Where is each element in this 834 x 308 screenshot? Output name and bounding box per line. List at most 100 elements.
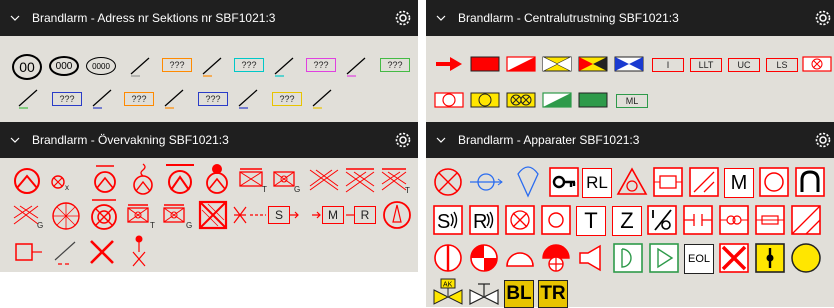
m-box-symbol[interactable]: M xyxy=(724,168,754,198)
circle-cross-symbol[interactable] xyxy=(432,166,464,198)
z-box-symbol[interactable]: Z xyxy=(612,206,642,236)
red-arrow-icon[interactable] xyxy=(434,56,464,72)
sprinkler-cross-symbol[interactable] xyxy=(50,200,82,232)
linear-t-symbol[interactable]: T xyxy=(126,202,158,230)
section-slash-symbol[interactable] xyxy=(90,86,114,110)
central-label-box[interactable]: ML xyxy=(616,94,648,108)
detector-zone-symbol[interactable] xyxy=(12,166,42,196)
gear-icon[interactable] xyxy=(394,9,412,27)
diagonal-half-box-symbol[interactable] xyxy=(506,56,536,72)
gear-icon[interactable] xyxy=(814,131,832,149)
beam-cross-symbol[interactable] xyxy=(308,166,340,194)
section-slash-symbol[interactable] xyxy=(16,86,40,110)
central-label-box[interactable]: LLT xyxy=(690,58,722,72)
address-oval-symbol[interactable]: 0000 xyxy=(86,57,116,75)
section-slash-symbol[interactable] xyxy=(128,54,152,78)
section-slash-symbol[interactable] xyxy=(272,54,296,78)
fuse-box-symbol[interactable] xyxy=(754,204,786,236)
cross-box-symbol[interactable] xyxy=(198,200,228,230)
chevron-down-icon[interactable] xyxy=(434,133,448,147)
smoke-detector-symbol[interactable] xyxy=(90,164,120,196)
section-slash-symbol[interactable] xyxy=(236,86,260,110)
double-cross-box-symbol[interactable] xyxy=(506,92,536,108)
ring-box-symbol[interactable] xyxy=(758,166,790,198)
linear-g-symbol[interactable]: G xyxy=(162,202,194,230)
section-slash-symbol[interactable] xyxy=(310,86,334,110)
flame-detector-symbol[interactable] xyxy=(202,162,232,196)
beam-box-symbol[interactable] xyxy=(344,166,376,194)
small-cross-detector-symbol[interactable]: x xyxy=(50,172,72,192)
r-box-symbol[interactable]: R xyxy=(354,206,376,224)
panel-header[interactable]: Brandlarm - Centralutrustning SBF1021:3 xyxy=(426,0,834,36)
red-x-symbol[interactable] xyxy=(88,238,116,266)
section-tag-symbol[interactable]: ??? xyxy=(198,92,228,106)
loudspeaker-symbol[interactable] xyxy=(576,242,608,274)
coupler-box-symbol[interactable] xyxy=(718,204,750,236)
siren-r-symbol[interactable]: R xyxy=(468,204,500,236)
m-box-symbol[interactable]: M xyxy=(322,206,344,224)
bl-box-symbol[interactable]: BL xyxy=(504,280,534,308)
fire-door-holder-symbol[interactable] xyxy=(130,234,148,268)
cross-circle-box-symbol[interactable] xyxy=(802,56,832,72)
indicator-flag-symbol[interactable] xyxy=(14,240,44,266)
circle-box-symbol[interactable] xyxy=(434,92,464,108)
section-slash-symbol[interactable] xyxy=(162,86,186,110)
rl-box-symbol[interactable]: RL xyxy=(582,168,612,198)
panel-header[interactable]: Brandlarm - Apparater SBF1021:3 xyxy=(426,122,834,158)
green-box-symbol[interactable] xyxy=(578,92,608,108)
panel-header[interactable]: Brandlarm - Övervakning SBF1021:3 xyxy=(0,122,418,158)
section-tag-symbol[interactable]: ??? xyxy=(380,58,410,72)
cross-box-symbol[interactable] xyxy=(504,204,536,236)
address-oval-symbol[interactable]: 000 xyxy=(49,56,79,76)
s-box-symbol[interactable]: S xyxy=(268,206,290,224)
central-label-box[interactable]: LS xyxy=(766,58,798,72)
ak-valve-symbol[interactable]: AK xyxy=(432,278,464,308)
chevron-down-icon[interactable] xyxy=(434,11,448,25)
switch-box-symbol[interactable] xyxy=(682,204,714,236)
bowtie-yellow-symbol[interactable] xyxy=(542,56,572,72)
door-magnet-box-symbol[interactable] xyxy=(652,166,684,198)
panel-header[interactable]: Brandlarm - Adress nr Sektions nr SBF102… xyxy=(0,0,418,36)
fraction-box-symbol[interactable] xyxy=(646,204,678,236)
gear-icon[interactable] xyxy=(814,9,832,27)
slash-dashes-symbol[interactable] xyxy=(52,238,78,268)
section-tag-symbol[interactable]: ??? xyxy=(52,92,82,106)
section-tag-symbol[interactable]: ??? xyxy=(234,58,264,72)
central-label-box[interactable]: UC xyxy=(728,58,760,72)
quadrant-circle-symbol[interactable] xyxy=(468,242,500,274)
gear-icon[interactable] xyxy=(394,131,412,149)
ceiling-detector-symbol[interactable] xyxy=(164,162,196,196)
ring-box-symbol[interactable] xyxy=(540,204,572,236)
yellow-lock-box-symbol[interactable] xyxy=(754,242,786,274)
red-x-box-symbol[interactable] xyxy=(718,242,750,274)
circle-half-symbol[interactable] xyxy=(432,242,464,274)
beam-transmitter-symbol[interactable] xyxy=(232,204,268,226)
section-tag-symbol[interactable]: ??? xyxy=(162,58,192,72)
section-tag-symbol[interactable]: ??? xyxy=(124,92,154,106)
beam-t-symbol[interactable]: T xyxy=(380,166,412,195)
tr-box-symbol[interactable]: TR xyxy=(538,280,568,308)
key-box-symbol[interactable] xyxy=(548,166,580,198)
duct-detector-symbol[interactable] xyxy=(468,170,504,194)
chevron-down-icon[interactable] xyxy=(8,133,22,147)
bowtie-blue-symbol[interactable] xyxy=(614,56,644,72)
dome-cross-symbol[interactable] xyxy=(540,240,572,274)
green-d-symbol[interactable] xyxy=(612,242,644,274)
linear-detector-t-symbol[interactable]: T xyxy=(238,166,268,194)
sprinkler-head-symbol[interactable] xyxy=(514,164,542,198)
valve-symbol[interactable] xyxy=(468,278,500,308)
central-label-box[interactable]: I xyxy=(652,58,684,72)
section-tag-symbol[interactable]: ??? xyxy=(306,58,336,72)
section-slash-symbol[interactable] xyxy=(200,54,224,78)
yellow-circle-symbol[interactable] xyxy=(790,242,822,274)
yellow-circle-box-symbol[interactable] xyxy=(470,92,500,108)
alarm-button-symbol[interactable] xyxy=(382,200,412,230)
chevron-down-icon[interactable] xyxy=(8,11,22,25)
section-slash-symbol[interactable] xyxy=(344,54,368,78)
address-oval-symbol[interactable]: 00 xyxy=(12,54,42,80)
section-tag-symbol[interactable]: ??? xyxy=(272,92,302,106)
beam-g-symbol[interactable]: G xyxy=(12,202,44,230)
red-box-symbol[interactable] xyxy=(470,56,500,72)
green-diagonal-box-symbol[interactable] xyxy=(542,92,572,108)
bell-box-symbol[interactable] xyxy=(794,166,826,198)
